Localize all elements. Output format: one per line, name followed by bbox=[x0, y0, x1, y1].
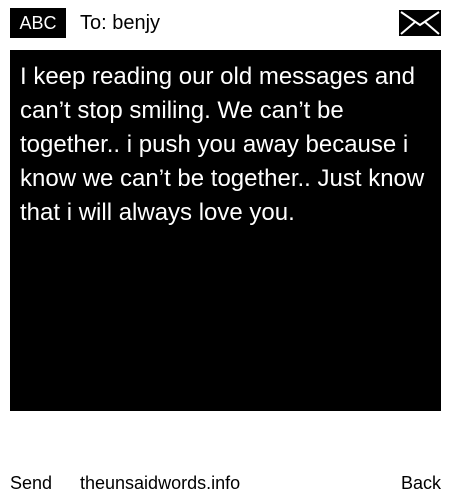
message-body[interactable]: I keep reading our old messages and can’… bbox=[20, 60, 432, 230]
message-compose-area[interactable]: I keep reading our old messages and can’… bbox=[10, 50, 441, 411]
input-mode-badge[interactable]: ABC bbox=[10, 8, 66, 38]
compose-header: ABC To: benjy bbox=[0, 0, 450, 46]
softkey-bar: Send theunsaidwords.info Back bbox=[0, 470, 450, 496]
recipient-field[interactable]: To: benjy bbox=[80, 10, 160, 36]
site-url-text: theunsaidwords.info bbox=[80, 473, 241, 493]
send-button[interactable]: Send bbox=[10, 470, 52, 496]
back-button[interactable]: Back bbox=[401, 470, 441, 496]
envelope-icon bbox=[399, 10, 441, 36]
